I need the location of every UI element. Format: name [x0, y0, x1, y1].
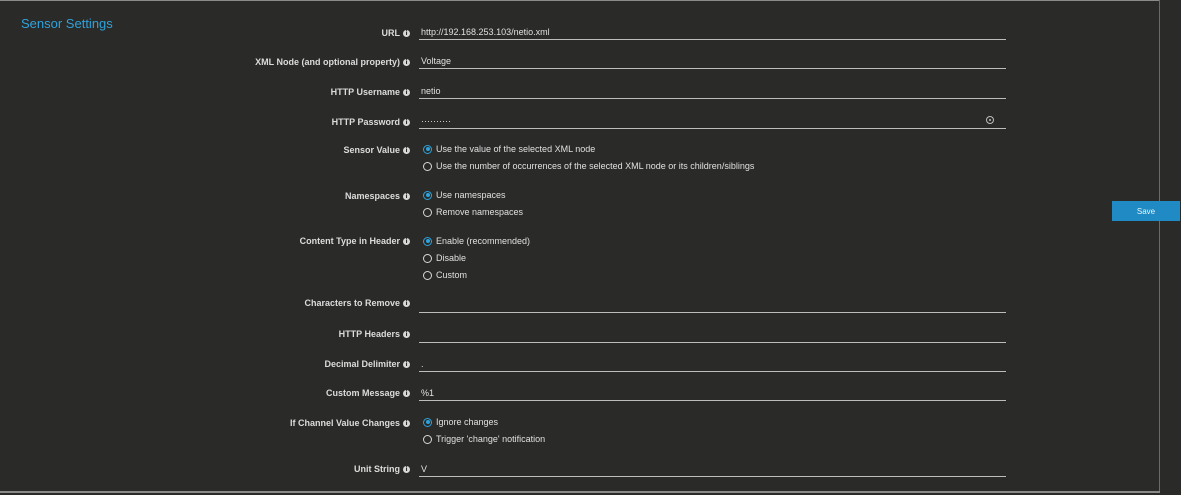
channel-value-changes-label: If Channel Value Changes i: [290, 418, 410, 428]
info-icon[interactable]: i: [403, 465, 410, 473]
xml-node-input[interactable]: Voltage: [419, 53, 1006, 69]
eye-icon[interactable]: [986, 116, 994, 124]
radio-unchecked-icon: [423, 161, 432, 171]
unit-string-label: Unit String i: [354, 464, 410, 474]
radio-checked-icon: [423, 236, 432, 246]
info-icon[interactable]: i: [403, 389, 410, 397]
namespaces-option-remove[interactable]: Remove namespaces: [423, 207, 523, 217]
radio-unchecked-icon: [423, 434, 432, 444]
unit-string-input[interactable]: V: [419, 461, 1006, 477]
info-icon[interactable]: i: [403, 29, 410, 37]
http-username-input[interactable]: netio: [419, 83, 1006, 99]
custom-message-input[interactable]: %1: [419, 385, 1006, 401]
frame-top-border: [0, 0, 1160, 1]
frame-bottom-border: [0, 491, 1160, 493]
info-icon[interactable]: i: [403, 192, 410, 200]
radio-unchecked-icon: [423, 270, 432, 280]
save-button[interactable]: Save: [1112, 201, 1180, 221]
info-icon[interactable]: i: [403, 146, 410, 154]
info-icon[interactable]: i: [403, 237, 410, 245]
info-icon[interactable]: i: [403, 88, 410, 96]
info-icon[interactable]: i: [403, 419, 410, 427]
radio-unchecked-icon: [423, 207, 432, 217]
namespaces-label: Namespaces i: [345, 191, 410, 201]
decimal-delimiter-label: Decimal Delimiter i: [324, 359, 410, 369]
info-icon[interactable]: i: [403, 118, 410, 126]
sensor-value-label: Sensor Value i: [343, 145, 410, 155]
sensor-value-option-occurrences[interactable]: Use the number of occurrences of the sel…: [423, 161, 754, 171]
content-type-option-custom[interactable]: Custom: [423, 270, 467, 280]
custom-message-label: Custom Message i: [326, 388, 410, 398]
radio-unchecked-icon: [423, 253, 432, 263]
http-password-label: HTTP Password i: [332, 117, 410, 127]
info-icon[interactable]: i: [403, 330, 410, 338]
url-label: URL i: [382, 28, 410, 38]
info-icon[interactable]: i: [403, 58, 410, 66]
frame-right-border: [1159, 0, 1160, 492]
http-headers-label: HTTP Headers i: [339, 329, 410, 339]
chars-to-remove-input[interactable]: [419, 297, 1006, 313]
namespaces-option-use[interactable]: Use namespaces: [423, 190, 506, 200]
chars-to-remove-label: Characters to Remove i: [304, 298, 410, 308]
sensor-value-option-xml-value[interactable]: Use the value of the selected XML node: [423, 144, 595, 154]
info-icon[interactable]: i: [403, 360, 410, 368]
channel-value-option-ignore[interactable]: Ignore changes: [423, 417, 498, 427]
radio-checked-icon: [423, 144, 432, 154]
url-input[interactable]: http://192.168.253.103/netio.xml: [419, 24, 1006, 40]
xml-node-label: XML Node (and optional property) i: [255, 57, 410, 67]
http-headers-input[interactable]: [419, 327, 1006, 343]
content-type-option-enable[interactable]: Enable (recommended): [423, 236, 530, 246]
content-type-label: Content Type in Header i: [300, 236, 410, 246]
channel-value-option-trigger[interactable]: Trigger 'change' notification: [423, 434, 545, 444]
radio-checked-icon: [423, 190, 432, 200]
http-password-input[interactable]: ··········: [419, 113, 1006, 129]
section-title: Sensor Settings: [21, 16, 113, 31]
decimal-delimiter-input[interactable]: .: [419, 356, 1006, 372]
content-type-option-disable[interactable]: Disable: [423, 253, 466, 263]
http-username-label: HTTP Username i: [331, 87, 410, 97]
info-icon[interactable]: i: [403, 299, 410, 307]
radio-checked-icon: [423, 417, 432, 427]
